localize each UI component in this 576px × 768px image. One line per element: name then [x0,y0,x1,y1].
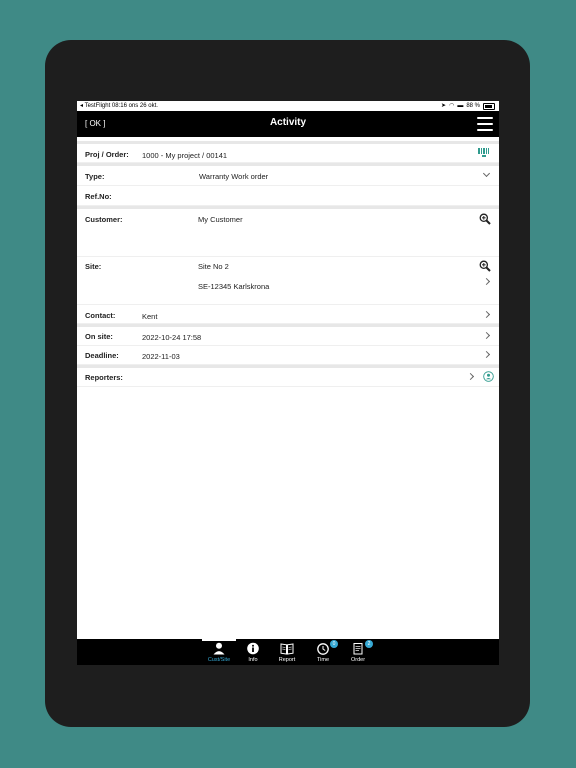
tab-label: Time [316,657,330,663]
contact-row[interactable]: Contact: Kent [77,305,499,324]
zoom-in-icon[interactable] [479,213,491,225]
tab-label: Info [248,657,258,663]
site-address: SE-12345 Karlskrona [198,282,270,291]
battery-percent: 88 % [466,103,480,109]
status-bar: ◂ TestFlight 08:16 ons 26 okt. ➤ ◠ ▬ 88 … [77,101,499,111]
site-row[interactable]: Site: Site No 2 SE-12345 Karlskrona [77,257,499,305]
chevron-right-icon[interactable] [482,310,491,319]
tab-info[interactable]: Info [236,639,270,665]
on-site-value: 2022-10-24 17:58 [142,333,202,342]
wifi-icon: ◠ [449,103,455,109]
app-screen: ◂ TestFlight 08:16 ons 26 okt. ➤ ◠ ▬ 88 … [77,101,499,665]
chevron-down-icon[interactable] [482,169,491,178]
type-label: Type: [85,172,105,181]
menu-icon[interactable] [477,117,493,131]
chevron-right-icon[interactable] [466,372,475,381]
type-value: Warranty Work order [199,172,269,181]
site-name: Site No 2 [198,262,229,271]
active-tab-indicator [202,639,236,641]
reporters-row[interactable]: Reporters: [77,368,499,387]
deadline-label: Deadline: [85,351,119,360]
tab-cust-site[interactable]: Cust/Site [202,639,236,665]
chevron-right-icon[interactable] [482,350,491,359]
document-icon [353,643,363,655]
contact-value: Kent [142,312,158,321]
site-label: Site: [85,262,102,271]
ref-no-label: Ref.No: [85,192,112,201]
order-badge: 2 [365,640,373,648]
battery-icon [483,102,495,110]
customer-row[interactable]: Customer: My Customer [77,209,499,257]
nav-bar: [ OK ] Activity [77,111,499,137]
tab-report[interactable]: Report [270,639,304,665]
person-icon [213,642,225,655]
deadline-row[interactable]: Deadline: 2022-11-03 [77,346,499,365]
tab-label: Cust/Site [207,657,231,663]
location-icon: ➤ [441,103,447,109]
ref-no-row[interactable]: Ref.No: [77,186,499,206]
zoom-in-icon[interactable] [479,260,491,272]
qr-code-icon[interactable] [478,148,489,157]
clock-icon [317,643,329,655]
customer-value: My Customer [198,215,243,224]
tab-bar: Cust/Site Info Report 0 Time 2 Order [77,639,499,665]
bed-icon: ▬ [457,103,464,109]
customer-label: Customer: [85,215,123,224]
tab-time[interactable]: 0 Time [306,639,340,665]
proj-order-row[interactable]: Proj / Order: 1000 - My project / 00141 [77,144,499,163]
add-reporter-icon[interactable] [483,371,494,382]
time-badge: 0 [330,640,338,648]
info-icon [247,642,259,655]
page-title: Activity [269,117,307,128]
chevron-right-icon[interactable] [482,277,491,286]
status-bar-left: ◂ TestFlight 08:16 ons 26 okt. [80,103,158,109]
proj-order-value: 1000 - My project / 00141 [142,151,228,160]
tab-order[interactable]: 2 Order [341,639,375,665]
contact-label: Contact: [85,311,116,320]
tab-label: Report [278,657,296,663]
tab-label: Order [350,657,366,663]
book-icon [280,643,294,655]
type-row[interactable]: Type: Warranty Work order [77,166,499,186]
on-site-label: On site: [85,332,113,341]
deadline-value: 2022-11-03 [142,352,180,361]
reporters-label: Reporters: [85,373,123,382]
on-site-row[interactable]: On site: 2022-10-24 17:58 [77,327,499,346]
proj-order-label: Proj / Order: [85,150,129,159]
status-bar-right: ➤ ◠ ▬ 88 % [441,101,495,111]
chevron-right-icon[interactable] [482,331,491,340]
